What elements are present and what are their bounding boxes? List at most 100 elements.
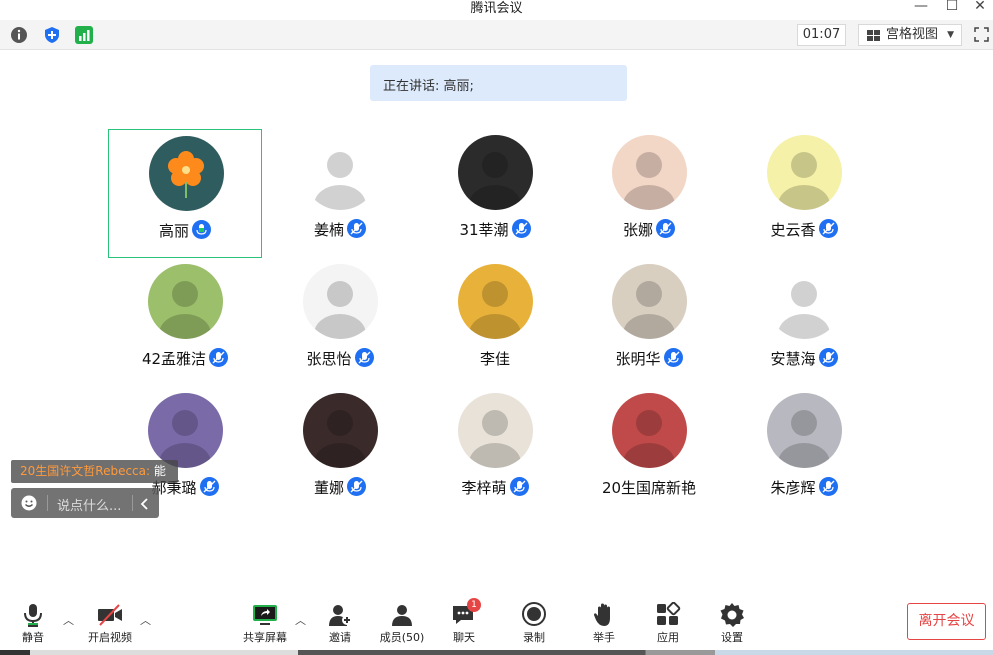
emoji-icon[interactable]: [21, 495, 37, 511]
participant-tile[interactable]: 31莘潮: [418, 129, 572, 258]
settings-label: 设置: [721, 631, 743, 644]
participant-name-row: 20生国席新艳: [572, 477, 726, 498]
hand-icon: [591, 602, 617, 628]
share-screen-button[interactable]: 共享屏幕: [235, 602, 295, 646]
participant-tile[interactable]: 姜楠: [263, 129, 417, 258]
participant-name: 张明华: [615, 350, 661, 368]
chat-placeholder[interactable]: 说点什么...: [57, 495, 121, 514]
meeting-control-bar: 静音 ︿ 开启视频 ︿ 共享屏幕 ︿ 邀请 成员(50) 1 聊天 录制 举手 …: [0, 590, 993, 650]
participant-avatar: [148, 264, 223, 339]
share-screen-icon: [252, 602, 278, 628]
maximize-button[interactable]: ☐: [942, 0, 962, 14]
record-icon: [521, 602, 547, 628]
chat-message-bubble: 20生国许文哲Rebecca: 能: [11, 460, 178, 483]
chat-button[interactable]: 1 聊天: [434, 598, 494, 646]
raise-hand-button[interactable]: 举手: [574, 602, 634, 646]
participant-name: 李佳: [479, 350, 510, 368]
record-label: 录制: [523, 631, 545, 644]
mic-muted-icon: [354, 348, 374, 367]
network-signal-icon[interactable]: [75, 26, 93, 44]
participant-tile[interactable]: 李佳: [418, 258, 572, 387]
mute-options-chevron-icon[interactable]: ︿: [63, 612, 74, 628]
divider: [132, 495, 133, 511]
settings-button[interactable]: 设置: [702, 602, 762, 646]
share-options-chevron-icon[interactable]: ︿: [295, 612, 306, 628]
record-button[interactable]: 录制: [504, 602, 564, 646]
security-shield-icon[interactable]: [43, 26, 61, 44]
apps-grid-icon: [655, 601, 681, 628]
meeting-toolbar: 01:07 宫格视图 ▼: [0, 20, 993, 50]
mic-muted-icon: [347, 477, 366, 496]
participant-name: 朱彦辉: [770, 479, 816, 497]
participant-name-row: 高丽: [109, 220, 261, 241]
participant-tile[interactable]: 朱彦辉: [727, 387, 881, 516]
participant-tile[interactable]: 20生国席新艳: [572, 387, 726, 516]
participant-name: 张思怡: [306, 350, 352, 368]
mic-muted-icon: [511, 219, 531, 238]
participant-name-row: 董娜: [263, 477, 417, 498]
quick-chat-input[interactable]: 说点什么...: [11, 488, 159, 518]
mic-muted-icon: [818, 348, 838, 367]
participant-name-row: 朱彦辉: [727, 477, 881, 498]
close-button[interactable]: ✕: [970, 0, 990, 14]
video-options-chevron-icon[interactable]: ︿: [140, 612, 151, 628]
participant-avatar: [767, 135, 842, 210]
participant-tile[interactable]: 张娜: [572, 129, 726, 258]
desktop-background-strip: [0, 650, 993, 655]
apps-button[interactable]: 应用: [638, 601, 698, 646]
view-mode-label: 宫格视图: [886, 27, 939, 42]
participant-name-row: 张明华: [572, 348, 726, 369]
participant-avatar: [767, 393, 842, 468]
invite-button[interactable]: 邀请: [310, 602, 370, 646]
participant-name: 42孟雅洁: [141, 350, 207, 368]
participant-avatar: [149, 136, 224, 211]
share-screen-label: 共享屏幕: [243, 631, 287, 644]
participant-name-row: 42孟雅洁: [108, 348, 262, 369]
view-mode-dropdown[interactable]: 宫格视图 ▼: [858, 24, 962, 46]
chat-text: 能: [150, 464, 166, 478]
participant-name-row: 史云香: [727, 219, 881, 240]
participant-avatar: [458, 393, 533, 468]
participant-tile[interactable]: 李梓萌: [418, 387, 572, 516]
mic-muted-icon: [818, 477, 838, 496]
participant-tile[interactable]: 张明华: [572, 258, 726, 387]
participant-avatar: [148, 393, 223, 468]
collapse-chevron-icon[interactable]: [139, 496, 151, 510]
title-bar: 腾讯会议 — ☐ ✕: [0, 0, 993, 18]
participant-tile[interactable]: 42孟雅洁: [108, 258, 262, 387]
chat-label: 聊天: [453, 631, 475, 644]
mic-muted-icon: [347, 219, 366, 238]
mute-label: 静音: [22, 631, 44, 644]
divider: [47, 495, 48, 511]
participant-tile[interactable]: 安慧海: [727, 258, 881, 387]
mic-muted-icon: [209, 348, 229, 367]
minimize-button[interactable]: —: [911, 0, 931, 14]
participant-avatar: [767, 264, 842, 339]
participant-name-row: 李佳: [418, 348, 572, 369]
participant-name-row: 姜楠: [263, 219, 417, 240]
participant-tile[interactable]: 董娜: [263, 387, 417, 516]
mute-button[interactable]: 静音: [3, 602, 63, 646]
participant-tile[interactable]: 史云香: [727, 129, 881, 258]
mic-active-icon: [192, 220, 211, 239]
add-person-icon: [327, 602, 353, 628]
start-video-button[interactable]: 开启视频: [80, 602, 140, 646]
participant-name: 高丽: [158, 222, 189, 240]
mic-muted-icon: [663, 348, 683, 367]
meeting-timer: 01:07: [797, 24, 846, 46]
participant-name: 姜楠: [313, 221, 344, 239]
participant-name: 张娜: [622, 221, 653, 239]
participant-name: 史云香: [770, 221, 816, 239]
window-title: 腾讯会议: [470, 1, 523, 16]
info-icon[interactable]: [10, 26, 28, 44]
mic-muted-icon: [199, 477, 219, 496]
participant-tile[interactable]: 张思怡: [263, 258, 417, 387]
participant-name: 20生国席新艳: [601, 479, 697, 497]
participant-tile[interactable]: 高丽: [108, 129, 262, 258]
participant-name-row: 安慧海: [727, 348, 881, 369]
members-button[interactable]: 成员(50): [372, 602, 432, 646]
fullscreen-icon[interactable]: [974, 27, 989, 42]
grid-view-icon: [867, 30, 880, 41]
leave-meeting-button[interactable]: 离开会议: [907, 603, 986, 640]
members-icon: [389, 602, 415, 628]
